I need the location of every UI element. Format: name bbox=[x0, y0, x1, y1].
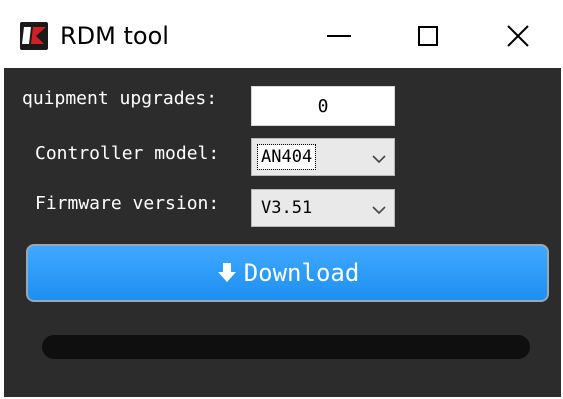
download-button[interactable]: Download bbox=[26, 244, 549, 302]
controller-model-value: AN404 bbox=[256, 144, 317, 170]
minimize-icon bbox=[327, 34, 351, 38]
chevron-down-icon bbox=[372, 151, 386, 169]
firmware-version-label: Firmware version: bbox=[35, 193, 220, 214]
equipment-upgrades-input[interactable]: 0 bbox=[251, 86, 395, 126]
close-button[interactable] bbox=[488, 10, 548, 62]
firmware-version-value: V3.51 bbox=[261, 198, 313, 218]
download-arrow-icon bbox=[216, 262, 238, 284]
firmware-version-select[interactable]: V3.51 bbox=[251, 189, 395, 227]
controller-model-label: Controller model: bbox=[35, 143, 220, 164]
equipment-upgrades-label: quipment upgrades: bbox=[22, 88, 218, 109]
controller-model-select[interactable]: AN404 bbox=[251, 138, 395, 176]
app-window: RDM tool quipment upgrades: 0 Controller… bbox=[4, 0, 561, 397]
download-label: Download bbox=[243, 259, 360, 287]
main-panel: quipment upgrades: 0 Controller model: A… bbox=[4, 68, 561, 397]
minimize-button[interactable] bbox=[309, 10, 369, 62]
close-icon bbox=[507, 25, 529, 47]
chevron-down-icon bbox=[372, 202, 386, 220]
rdm-logo-icon bbox=[20, 22, 48, 50]
maximize-icon bbox=[418, 26, 438, 46]
window-title: RDM tool bbox=[60, 22, 169, 50]
title-bar[interactable]: RDM tool bbox=[4, 0, 561, 68]
progress-bar bbox=[42, 335, 530, 359]
maximize-button[interactable] bbox=[398, 10, 458, 62]
